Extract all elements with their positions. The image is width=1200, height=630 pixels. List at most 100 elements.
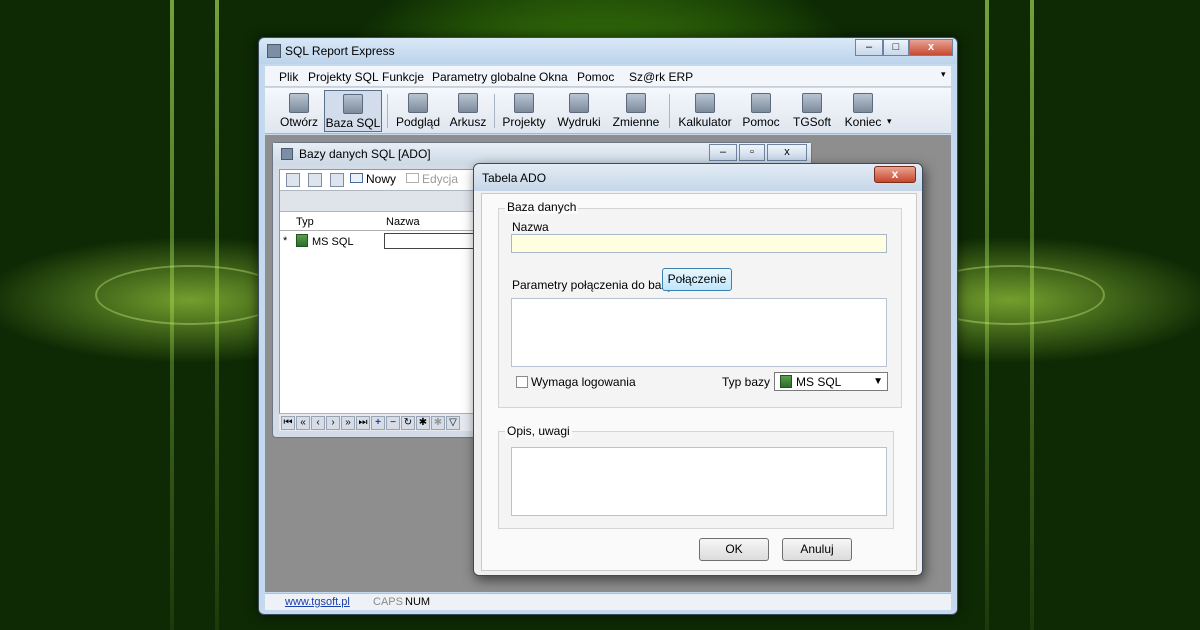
status-bar: www.tgsoft.pl CAPS NUM <box>265 593 951 610</box>
menu-pomoc[interactable]: Pomoc <box>577 70 614 84</box>
delete-record-button[interactable]: − <box>386 416 400 430</box>
app-icon <box>267 44 281 58</box>
row-name-cell[interactable] <box>384 233 480 249</box>
variables-icon <box>626 93 646 113</box>
column-header-name[interactable]: Nazwa <box>386 216 420 228</box>
menu-plik[interactable]: Plik <box>279 70 298 84</box>
toolbar-preview-button[interactable]: Podgląd <box>393 90 443 132</box>
database-type-select[interactable]: MS SQL ▼ <box>774 372 888 391</box>
prev-page-button[interactable]: « <box>296 416 310 430</box>
dialog-close-button[interactable]: x <box>874 166 916 183</box>
spreadsheet-icon <box>458 93 478 113</box>
toolbar-separator <box>494 94 495 128</box>
notes-textarea[interactable] <box>511 447 887 516</box>
connection-params-label: Parametry połączenia do bazy <box>512 278 674 292</box>
close-button[interactable]: x <box>909 39 953 56</box>
website-link[interactable]: www.tgsoft.pl <box>285 596 350 608</box>
selected-type: MS SQL <box>780 375 841 389</box>
maximize-button[interactable]: □ <box>883 39 909 56</box>
toolbar-sheet-button[interactable]: Arkusz <box>447 90 489 132</box>
minimize-button[interactable]: – <box>855 39 883 56</box>
name-label: Nazwa <box>512 220 549 234</box>
toolbar-variables-button[interactable]: Zmienne <box>610 90 662 132</box>
name-input[interactable] <box>511 234 887 253</box>
printouts-icon <box>569 93 589 113</box>
notes-label: Opis, uwagi <box>505 424 572 438</box>
toolbar-help-button[interactable]: Pomoc <box>739 90 783 132</box>
prev-record-button[interactable]: ‹ <box>311 416 325 430</box>
child-title: Bazy danych SQL [ADO] <box>299 147 431 161</box>
copy-icon[interactable] <box>330 173 344 187</box>
preview-icon[interactable] <box>286 173 300 187</box>
menu-funkcje[interactable]: Funkcje <box>382 70 424 84</box>
column-header-type[interactable]: Typ <box>296 216 314 228</box>
background-ring <box>95 265 285 325</box>
toolbar-printouts-button[interactable]: Wydruki <box>553 90 605 132</box>
child-restore-button[interactable]: ▫ <box>739 144 765 161</box>
database-type-icon <box>296 234 308 247</box>
toolbar-tgsoft-button[interactable]: TGSoft <box>788 90 836 132</box>
home-icon <box>802 93 822 113</box>
toolbar-separator <box>387 94 388 128</box>
menu-okna[interactable]: Okna <box>539 70 568 84</box>
toolbar-calculator-button[interactable]: Kalkulator <box>676 90 734 132</box>
connection-button[interactable]: Połączenie <box>662 268 732 291</box>
login-required-label: Wymaga logowania <box>531 375 636 389</box>
cancel-button[interactable]: Anuluj <box>782 538 852 561</box>
next-page-button[interactable]: » <box>341 416 355 430</box>
ado-table-dialog: Tabela ADO x Baza danych Nazwa Parametry… <box>473 163 923 576</box>
add-record-button[interactable]: + <box>371 416 385 430</box>
help-icon <box>751 93 771 113</box>
next-record-button[interactable]: › <box>326 416 340 430</box>
edit-button[interactable]: Edycja <box>406 172 458 186</box>
toolbar-exit-button[interactable]: Koniec <box>841 90 885 132</box>
edit-icon <box>406 173 419 183</box>
grid-header: Typ Nazwa <box>280 216 480 231</box>
menu-overflow-icon[interactable]: ▾ <box>941 69 946 80</box>
projects-icon <box>514 93 534 113</box>
menu-parametry-globalne[interactable]: Parametry globalne <box>432 70 536 84</box>
filter-icon[interactable]: ▽ <box>446 416 460 430</box>
database-group-label: Baza danych <box>505 200 579 214</box>
caps-indicator: CAPS <box>373 596 403 608</box>
preview-icon <box>408 93 428 113</box>
row-type: MS SQL <box>296 234 354 248</box>
toolbar-overflow-icon[interactable]: ▾ <box>887 116 892 127</box>
post-button[interactable]: ✱ <box>416 416 430 430</box>
table-row[interactable]: * MS SQL <box>280 232 480 251</box>
calculator-icon <box>695 93 715 113</box>
child-close-button[interactable]: x <box>767 144 807 161</box>
refresh-button[interactable]: ↻ <box>401 416 415 430</box>
print-icon[interactable] <box>308 173 322 187</box>
login-required-checkbox[interactable] <box>516 376 528 388</box>
open-folder-icon <box>289 93 309 113</box>
cancel-edit-button[interactable]: ✱ <box>431 416 445 430</box>
main-title: SQL Report Express <box>285 44 395 58</box>
connection-params-textarea[interactable] <box>511 298 887 367</box>
toolbar-separator <box>669 94 670 128</box>
exit-door-icon <box>853 93 873 113</box>
row-marker: * <box>283 235 288 247</box>
database-type-icon <box>780 375 792 388</box>
database-icon <box>343 94 363 114</box>
chevron-down-icon: ▼ <box>873 376 883 387</box>
first-record-button[interactable]: ⏮ <box>281 416 295 430</box>
num-indicator: NUM <box>405 596 431 608</box>
new-button[interactable]: Nowy <box>350 172 396 186</box>
menu-projekty-sql[interactable]: Projekty SQL <box>308 70 379 84</box>
child-minimize-button[interactable]: – <box>709 144 737 161</box>
window-icon <box>281 148 293 160</box>
menu-szark-erp[interactable]: Sz@rk ERP <box>629 70 693 84</box>
child-titlebar[interactable]: Bazy danych SQL [ADO] – ▫ x <box>273 143 811 165</box>
folder-icon <box>350 173 363 183</box>
toolbar-projects-button[interactable]: Projekty <box>500 90 548 132</box>
main-toolbar: Otwórz Baza SQL Podgląd Arkusz Projekty … <box>265 88 951 134</box>
last-record-button[interactable]: ⏭ <box>356 416 370 430</box>
toolbar-open-button[interactable]: Otwórz <box>277 90 321 132</box>
dialog-titlebar[interactable]: Tabela ADO x <box>474 164 922 191</box>
dialog-title: Tabela ADO <box>482 171 547 185</box>
ok-button[interactable]: OK <box>699 538 769 561</box>
main-titlebar[interactable]: SQL Report Express – □ x <box>259 38 957 64</box>
toolbar-sql-database-button[interactable]: Baza SQL <box>324 90 382 132</box>
menu-bar: Plik Projekty SQL Funkcje Parametry glob… <box>265 66 951 87</box>
